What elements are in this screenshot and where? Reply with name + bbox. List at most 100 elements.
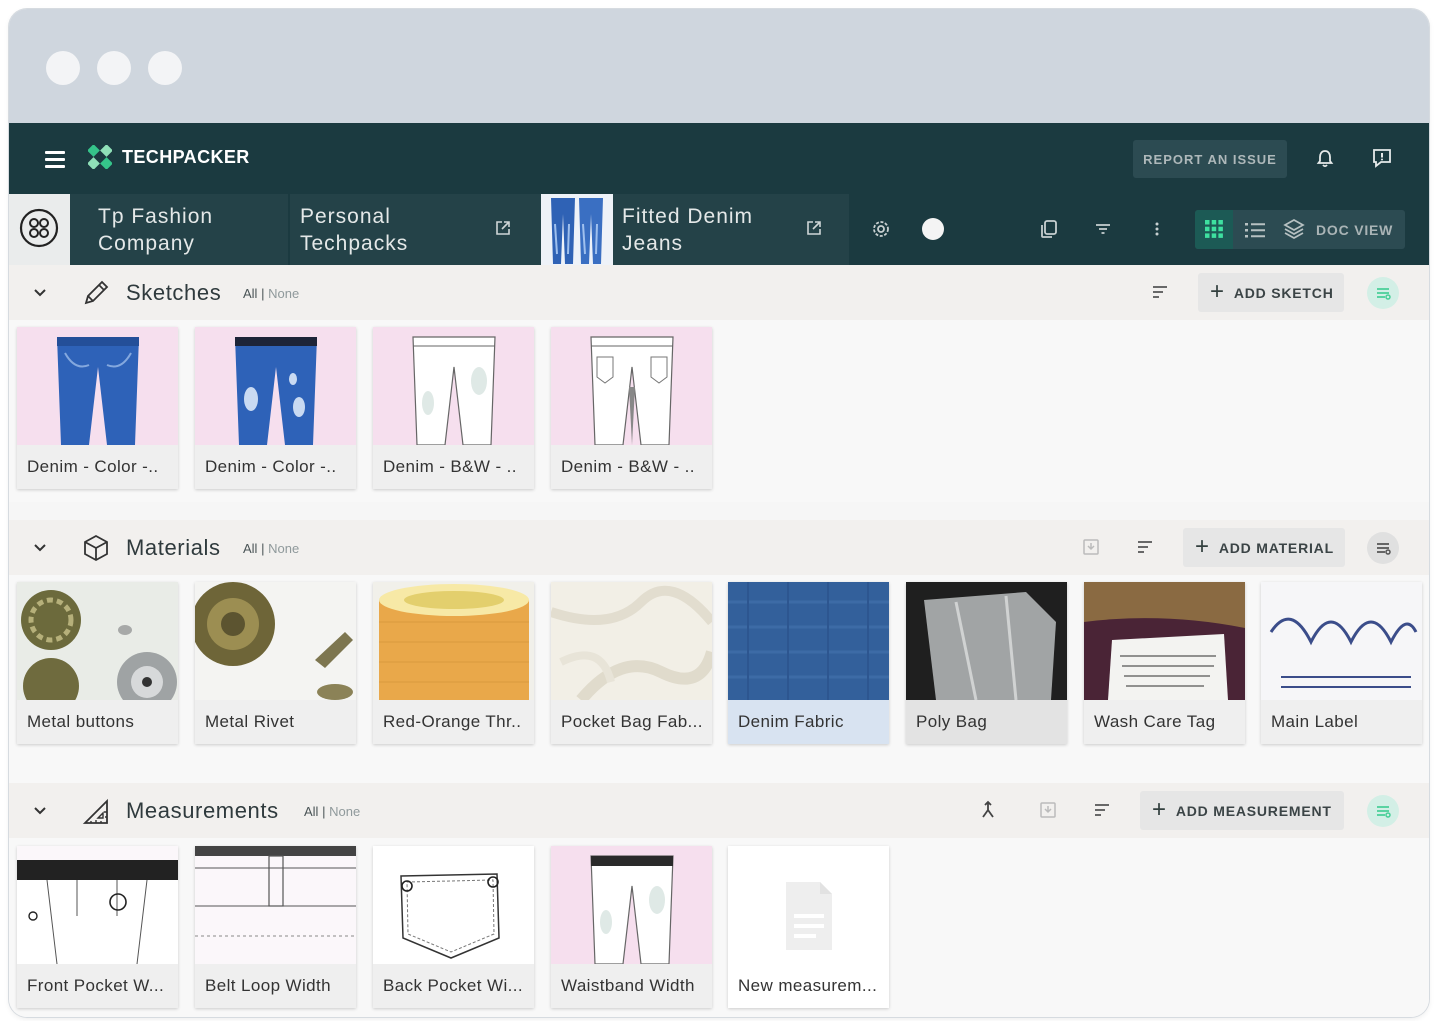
material-label: Pocket Bag Fab... [551, 700, 712, 744]
material-card[interactable]: Pocket Bag Fab... [551, 582, 712, 744]
sort-icon[interactable] [1090, 798, 1114, 822]
feedback-icon[interactable] [1370, 146, 1394, 170]
material-thumbnail [906, 582, 1067, 700]
chevron-down-icon[interactable] [31, 284, 49, 302]
measurement-label: New measurem... [728, 964, 889, 1008]
doc-view-button[interactable]: DOC VIEW [1316, 222, 1393, 238]
window-maximize-dot[interactable] [148, 51, 182, 85]
plus-icon: + [1152, 795, 1167, 823]
browser-chrome [9, 9, 1429, 123]
filter-none-link[interactable]: None [329, 804, 360, 819]
app-header: TECHPACKER REPORT AN ISSUE [9, 123, 1429, 194]
add-material-label: ADD MATERIAL [1218, 539, 1334, 556]
material-label: Poly Bag [906, 700, 1067, 744]
material-card[interactable]: Wash Care Tag [1084, 582, 1245, 744]
list-view-icon[interactable] [1244, 219, 1266, 241]
product-thumbnail [541, 194, 613, 265]
chevron-down-icon[interactable] [31, 802, 49, 820]
measurements-header: Measurements All | None + ADD MEASUREMENT [9, 783, 1429, 838]
sort-icon[interactable] [1148, 280, 1172, 304]
measurement-thumbnail [373, 846, 534, 964]
layers-icon[interactable] [1283, 218, 1305, 240]
material-card[interactable]: Red-Orange Thr.. [373, 582, 534, 744]
more-options-icon[interactable] [1145, 217, 1169, 241]
measurement-card[interactable]: Front Pocket W... [17, 846, 178, 1008]
material-label: Metal buttons [17, 700, 178, 744]
sort-icon[interactable] [1133, 535, 1157, 559]
add-measurement-button[interactable]: + ADD MEASUREMENT [1140, 791, 1344, 830]
material-card[interactable]: Main Label [1261, 582, 1422, 744]
open-external-icon[interactable] [494, 219, 512, 237]
options-lines-icon [1377, 806, 1391, 818]
status-circle-icon[interactable] [921, 217, 945, 241]
section-title: Measurements [126, 798, 279, 823]
plus-icon: + [1195, 532, 1210, 560]
settings-icon[interactable] [869, 217, 893, 241]
filter-icon[interactable] [1091, 217, 1115, 241]
material-thumbnail [17, 582, 178, 700]
section-options-button[interactable] [1367, 277, 1399, 309]
options-lines-icon [1377, 543, 1391, 555]
measurement-card[interactable]: Back Pocket Wi... [373, 846, 534, 1008]
chevron-down-icon[interactable] [31, 539, 49, 557]
menu-icon[interactable] [45, 151, 65, 168]
measurement-card[interactable]: New measurem... [728, 846, 889, 1008]
open-external-icon[interactable] [805, 219, 823, 237]
sketch-card[interactable]: Denim - B&W - .. [373, 327, 534, 489]
material-card[interactable]: Metal buttons [17, 582, 178, 744]
grid-view-button[interactable] [1195, 210, 1233, 249]
report-issue-button[interactable]: REPORT AN ISSUE [1133, 140, 1287, 178]
sketch-thumbnail [551, 327, 712, 445]
breadcrumb-folder[interactable]: Personal Techpacks [290, 194, 541, 265]
material-label: Red-Orange Thr.. [373, 700, 534, 744]
filter-all-link[interactable]: All [304, 804, 318, 819]
filter-all-link[interactable]: All [243, 541, 257, 556]
sketch-card[interactable]: Denim - Color -.. [195, 327, 356, 489]
measurement-card[interactable]: Waistband Width [551, 846, 712, 1008]
merge-icon[interactable] [976, 798, 1000, 822]
filter-none-link[interactable]: None [268, 541, 299, 556]
filter-separator: | [261, 286, 265, 301]
material-card[interactable]: Poly Bag [906, 582, 1067, 744]
measurement-label: Back Pocket Wi... [373, 964, 534, 1008]
filter-links: All | None [243, 541, 299, 556]
home-button[interactable] [9, 194, 70, 265]
measurement-label: Belt Loop Width [195, 964, 356, 1008]
breadcrumb-product[interactable]: Fitted Denim Jeans [541, 194, 849, 265]
measurement-card[interactable]: Belt Loop Width [195, 846, 356, 1008]
section-options-button[interactable] [1367, 795, 1399, 827]
sketch-label: Denim - Color -.. [17, 445, 178, 489]
add-sketch-label: ADD SKETCH [1233, 284, 1334, 301]
sketch-card[interactable]: Denim - B&W - .. [551, 327, 712, 489]
filter-none-link[interactable]: None [268, 286, 299, 301]
plus-icon: + [1210, 277, 1225, 305]
filter-all-link[interactable]: All [243, 286, 257, 301]
document-placeholder-icon [728, 846, 889, 964]
measurement-thumbnail [195, 846, 356, 964]
material-card[interactable]: Denim Fabric [728, 582, 889, 744]
material-label: Metal Rivet [195, 700, 356, 744]
add-material-button[interactable]: + ADD MATERIAL [1183, 528, 1345, 567]
company-name-line1: Tp Fashion [98, 205, 214, 228]
sketch-card[interactable]: Denim - Color -.. [17, 327, 178, 489]
sketches-header: Sketches All | None + ADD SKETCH [9, 265, 1429, 320]
material-label: Wash Care Tag [1084, 700, 1245, 744]
bell-icon[interactable] [1313, 147, 1337, 171]
import-icon[interactable] [1036, 798, 1060, 822]
materials-grid: Metal buttons Metal Rivet Red-Orange Thr… [9, 575, 1429, 783]
material-thumbnail [1084, 582, 1245, 700]
add-sketch-button[interactable]: + ADD SKETCH [1198, 273, 1344, 312]
section-title: Materials [126, 535, 221, 560]
window-close-dot[interactable] [46, 51, 80, 85]
window-minimize-dot[interactable] [97, 51, 131, 85]
measurement-thumbnail [17, 846, 178, 964]
company-name-line2: Company [98, 232, 195, 255]
import-icon[interactable] [1079, 535, 1103, 559]
section-options-button[interactable] [1367, 532, 1399, 564]
copy-icon[interactable] [1037, 217, 1061, 241]
measurement-label: Waistband Width [551, 964, 712, 1008]
breadcrumb-company[interactable]: Tp Fashion Company [70, 194, 288, 265]
material-card[interactable]: Metal Rivet [195, 582, 356, 744]
techpacker-logo-icon [88, 145, 112, 169]
ruler-triangle-icon [82, 798, 108, 824]
